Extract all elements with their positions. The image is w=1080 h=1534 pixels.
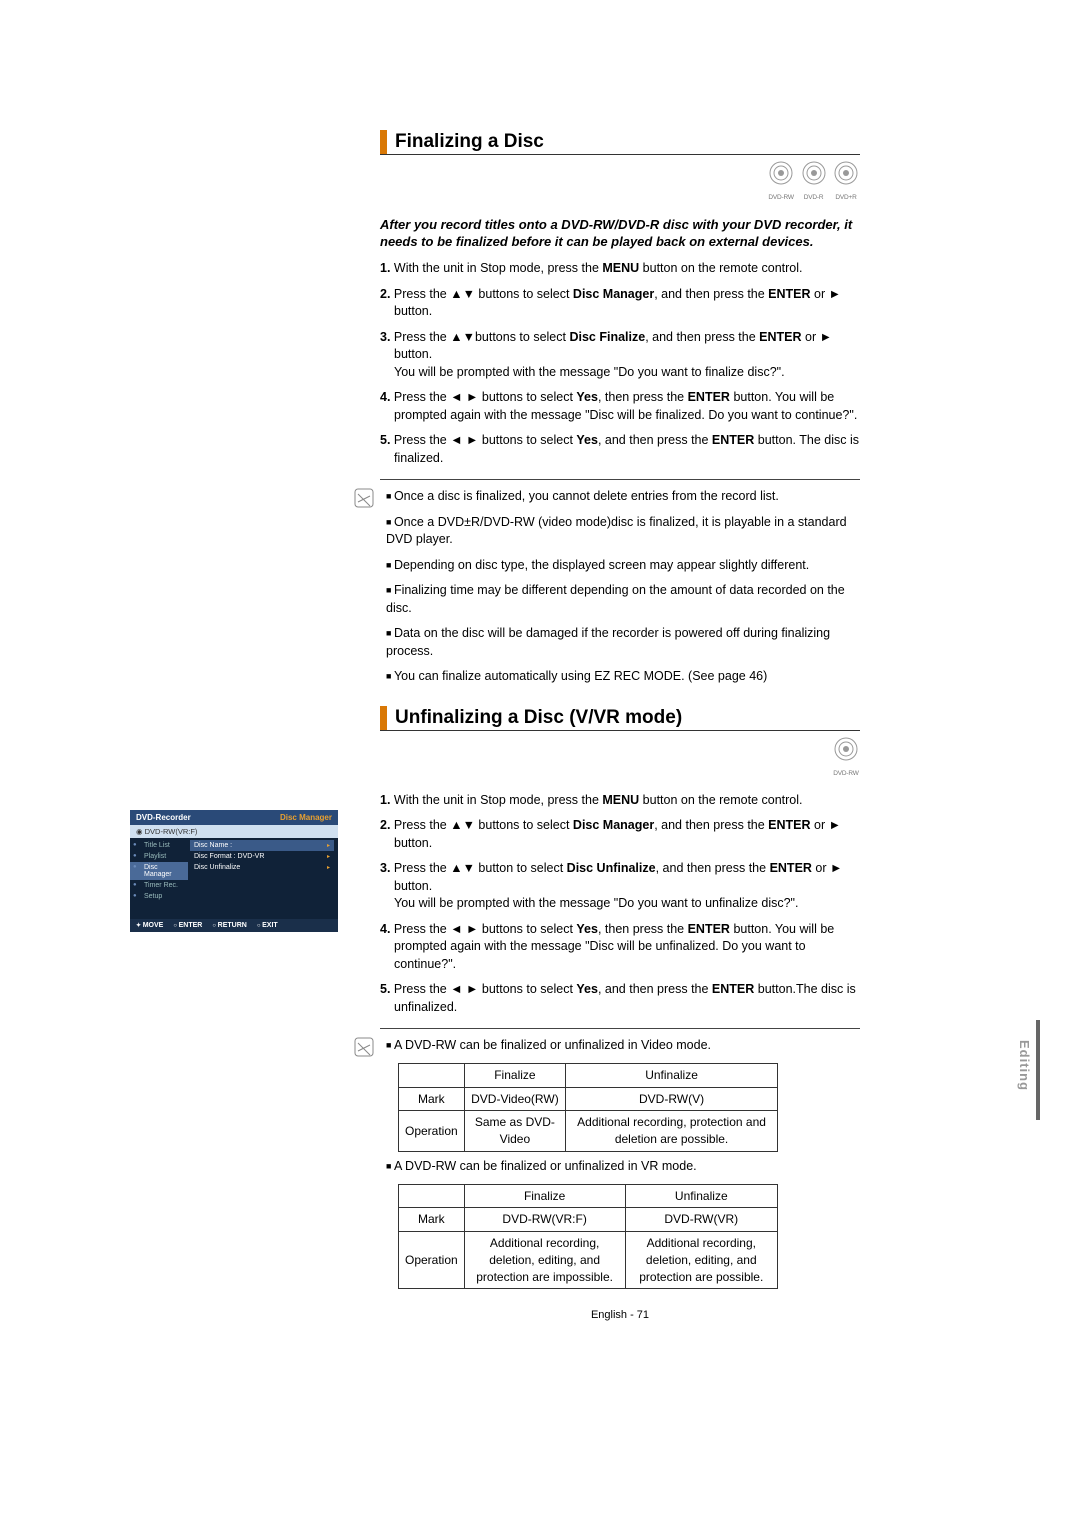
osd-row-disc-unfinalize: Disc Unﬁnalize▸ [190, 862, 334, 873]
step: Press the ▲▼ buttons to select Disc Mana… [394, 818, 841, 850]
table-intro-note: A DVD-RW can be ﬁnalized or unﬁnalized i… [386, 1158, 860, 1176]
table-intro-note: A DVD-RW can be ﬁnalized or unﬁnalized i… [386, 1037, 860, 1055]
osd-row-disc-format: Disc Format : DVD-VR▸ [190, 851, 334, 862]
page-footer: English - 71 [380, 1309, 860, 1321]
disc-icon-dvd-r: DVD-R [800, 161, 828, 204]
osd-menu-playlist: Playlist [130, 851, 188, 862]
section-header-finalizing: Finalizing a Disc [380, 130, 860, 155]
step: With the unit in Stop mode, press the ME… [394, 261, 803, 275]
step: Press the ◄ ► buttons to select Yes, the… [394, 390, 857, 422]
note: You can ﬁnalize automatically using EZ R… [386, 668, 860, 686]
unfinalize-steps: 1. With the unit in Stop mode, press the… [380, 792, 860, 1017]
note-icon [354, 1037, 374, 1063]
finalize-steps: 1. With the unit in Stop mode, press the… [380, 260, 860, 467]
disc-icon-dvd-rw: DVD-RW [767, 161, 795, 204]
osd-side-menu: Title List Playlist Disc Manager Timer R… [130, 838, 188, 919]
disc-icon-dvd-rw: DVD-RW [832, 737, 860, 780]
osd-title-right: Disc Manager [280, 813, 332, 822]
step: Press the ▲▼ buttons to select Disc Mana… [394, 287, 841, 319]
step: Press the ◄ ► buttons to select Yes, and… [394, 433, 859, 465]
table-row: Mark DVD-RW(VR:F) DVD-RW(VR) [399, 1208, 778, 1232]
video-mode-table: Finalize Unﬁnalize Mark DVD-Video(RW) DV… [398, 1063, 778, 1152]
step: Press the ▲▼buttons to select Disc Final… [394, 330, 832, 379]
osd-screenshot: DVD-Recorder Disc Manager ◉ DVD-RW(VR:F)… [130, 810, 338, 932]
step: Press the ◄ ► buttons to select Yes, and… [394, 982, 856, 1014]
section-title: Unﬁnalizing a Disc (V/VR mode) [395, 707, 682, 729]
step: Press the ◄ ► buttons to select Yes, the… [394, 922, 834, 971]
intro-text: After you record titles onto a DVD-RW/DV… [380, 216, 860, 250]
osd-footer-hints: MOVE ENTER RETURN EXIT [130, 919, 338, 932]
osd-row-disc-name: Disc Name :▸ [190, 840, 334, 851]
osd-content: Disc Name :▸ Disc Format : DVD-VR▸ Disc … [188, 838, 338, 919]
note-icon [354, 488, 374, 514]
note: Depending on disc type, the displayed sc… [386, 557, 860, 575]
note: Once a DVD±R/DVD-RW (video mode)disc is … [386, 514, 860, 549]
step: With the unit in Stop mode, press the ME… [394, 793, 803, 807]
disc-icons-row: DVD-RW DVD-R DVD+R [380, 161, 860, 204]
osd-menu-timer-rec: Timer Rec. [130, 880, 188, 891]
section-title: Finalizing a Disc [395, 131, 544, 153]
side-tab-label: Editing [1017, 1040, 1032, 1091]
section-header-unfinalizing: Unﬁnalizing a Disc (V/VR mode) [380, 706, 860, 731]
disc-icon-dvd-plus-r: DVD+R [832, 161, 860, 204]
vr-mode-table: Finalize Unﬁnalize Mark DVD-RW(VR:F) DVD… [398, 1184, 778, 1290]
table-row: Operation Same as DVD-Video Additional r… [399, 1111, 778, 1152]
disc-icons-row-2: DVD-RW [380, 737, 860, 780]
step: Press the ▲▼ button to select Disc Unﬁna… [394, 861, 842, 910]
note: Finalizing time may be different dependi… [386, 582, 860, 617]
finalize-notes: Once a disc is ﬁnalized, you cannot dele… [380, 488, 860, 686]
osd-menu-setup: Setup [130, 891, 188, 902]
osd-menu-title-list: Title List [130, 840, 188, 851]
note: Data on the disc will be damaged if the … [386, 625, 860, 660]
side-tab-strip [1036, 1020, 1040, 1120]
table-row: Operation Additional recording, deletion… [399, 1232, 778, 1289]
osd-menu-disc-manager: Disc Manager [130, 862, 188, 880]
note: Once a disc is ﬁnalized, you cannot dele… [386, 488, 860, 506]
osd-disc-sub: ◉ DVD-RW(VR:F) [130, 825, 338, 838]
osd-title-left: DVD-Recorder [136, 813, 191, 822]
table-row: Mark DVD-Video(RW) DVD-RW(V) [399, 1087, 778, 1111]
